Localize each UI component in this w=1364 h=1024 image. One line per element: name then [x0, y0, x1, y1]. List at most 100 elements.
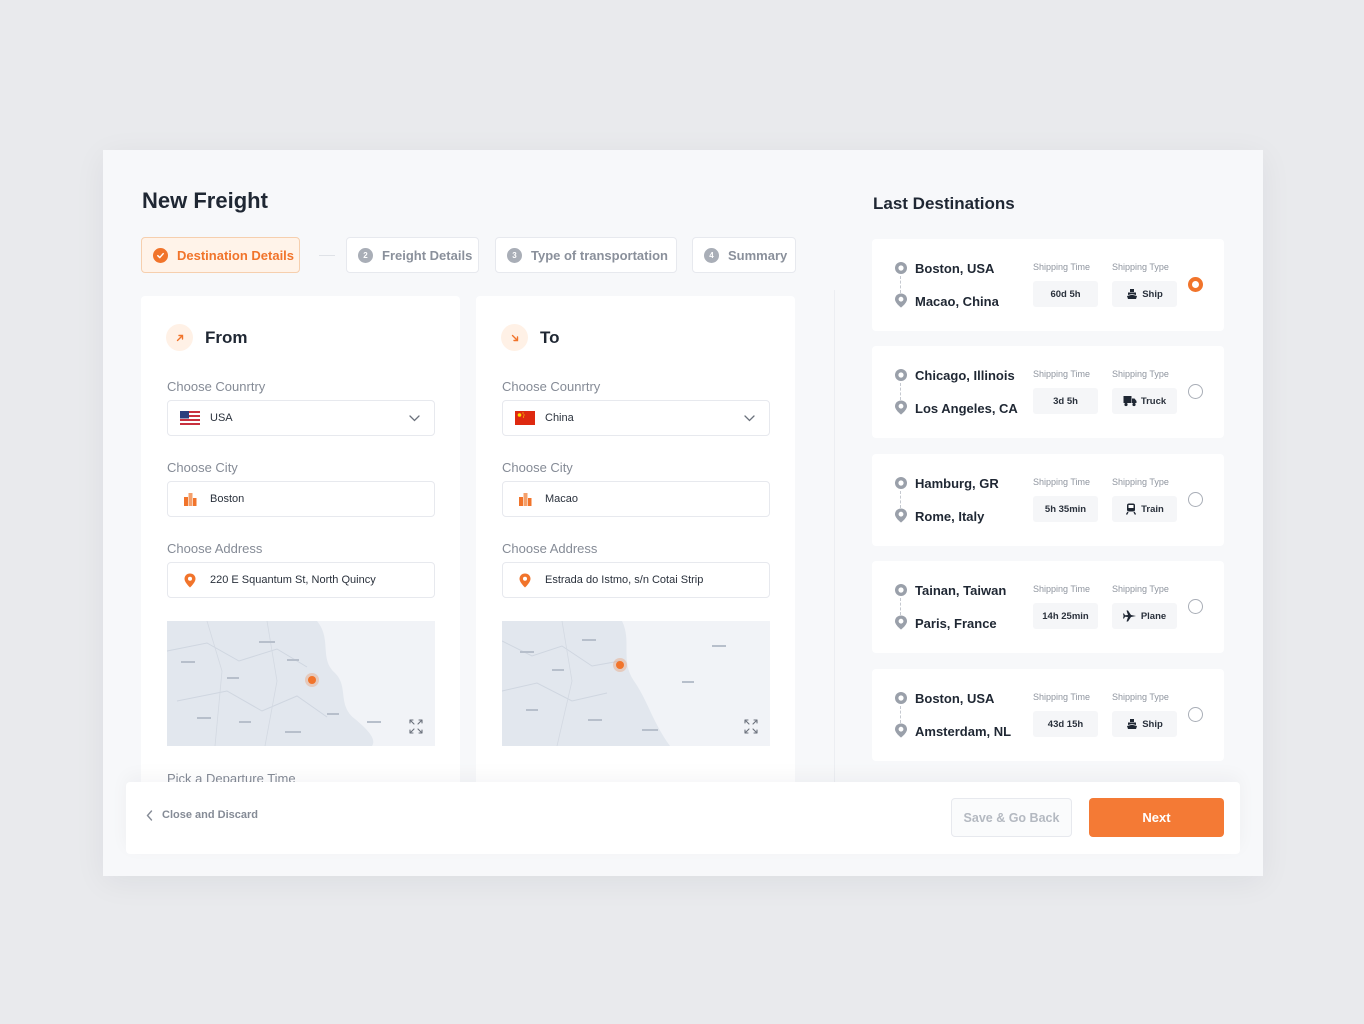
from-title: From	[205, 327, 248, 347]
new-freight-window: New Freight Destination Details 2 Freigh…	[103, 150, 1263, 876]
to-address-value: Estrada do Istmo, s/n Cotai Strip	[545, 574, 704, 586]
route-line	[900, 706, 901, 723]
from-country-select[interactable]: USA	[167, 400, 435, 436]
shipping-time-label: Shipping Time	[1033, 692, 1091, 702]
destination-city: Los Angeles, CA	[915, 401, 1018, 416]
shipping-type-value: Ship	[1142, 718, 1163, 730]
destination-city: Amsterdam, NL	[915, 724, 1012, 739]
route-line	[900, 276, 901, 293]
last-destinations-title: Last Destinations	[873, 194, 1015, 213]
to-city-value: Macao	[545, 493, 579, 505]
next-button[interactable]: Next	[1089, 798, 1224, 837]
route-line	[900, 598, 901, 615]
from-city-label: Choose City	[167, 460, 238, 475]
city-buildings-icon	[515, 491, 535, 507]
to-country-select[interactable]: China	[502, 400, 770, 436]
origin-city: Hamburg, GR	[915, 476, 999, 491]
from-country-label: Choose Counrtry	[167, 379, 266, 394]
destination-pin-icon	[894, 723, 908, 743]
origin-point-icon	[894, 261, 908, 280]
shipping-type-label: Shipping Type	[1112, 584, 1169, 594]
from-address-value: 220 E Squantum St, North Quincy	[210, 574, 376, 586]
destination-pin-icon	[894, 293, 908, 313]
select-destination-radio[interactable]	[1188, 277, 1203, 292]
to-city-input[interactable]: Macao	[502, 481, 770, 517]
shipping-time-label: Shipping Time	[1033, 369, 1091, 379]
step-destination-details[interactable]: Destination Details	[141, 237, 300, 273]
select-destination-radio[interactable]	[1188, 384, 1203, 399]
step-number: 2	[358, 247, 373, 263]
to-map[interactable]	[502, 621, 770, 746]
step-label: Type of transportation	[531, 247, 668, 263]
destination-city: Macao, China	[915, 294, 999, 309]
step-type-of-transportation[interactable]: 3 Type of transportation	[495, 237, 677, 273]
shipping-type-value: Ship	[1142, 288, 1163, 300]
step-label: Freight Details	[382, 247, 473, 263]
shipping-time-value: 43d 15h	[1033, 711, 1098, 737]
from-city-value: Boston	[210, 493, 245, 505]
step-label: Summary	[728, 247, 788, 263]
origin-point-icon	[894, 476, 908, 495]
select-destination-radio[interactable]	[1188, 599, 1203, 614]
china-flag-icon	[515, 410, 535, 426]
route-line	[900, 383, 901, 400]
section-divider	[834, 290, 835, 790]
origin-city: Boston, USA	[915, 691, 995, 706]
shipping-type-label: Shipping Type	[1112, 692, 1169, 702]
ship-icon	[1126, 718, 1138, 730]
shipping-time-value: 5h 35min	[1033, 496, 1098, 522]
to-title: To	[540, 327, 560, 347]
chevron-left-icon	[146, 809, 153, 821]
shipping-type-badge: Ship	[1112, 711, 1177, 737]
location-pin-icon	[515, 572, 535, 588]
step-freight-details[interactable]: 2 Freight Details	[346, 237, 479, 273]
chevron-down-icon	[409, 413, 420, 425]
chevron-down-icon	[744, 413, 755, 425]
arrow-up-right-icon	[166, 324, 193, 351]
destination-city: Paris, France	[915, 616, 997, 631]
from-address-input[interactable]: 220 E Squantum St, North Quincy	[167, 562, 435, 598]
step-label: Destination Details	[177, 247, 295, 263]
origin-point-icon	[894, 583, 908, 602]
destination-pin-icon	[894, 615, 908, 635]
step-summary[interactable]: 4 Summary	[692, 237, 796, 273]
city-buildings-icon	[180, 491, 200, 507]
shipping-type-label: Shipping Type	[1112, 369, 1169, 379]
to-address-label: Choose Address	[502, 541, 598, 556]
page-title: New Freight	[142, 188, 268, 213]
step-number: 3	[507, 247, 522, 263]
shipping-time-value: 3d 5h	[1033, 388, 1098, 414]
to-address-input[interactable]: Estrada do Istmo, s/n Cotai Strip	[502, 562, 770, 598]
destination-card[interactable]: Boston, USA Amsterdam, NL Shipping Time Shi…	[872, 669, 1224, 761]
origin-point-icon	[894, 368, 908, 387]
from-card: From Choose Counrtry USA Choose City Bos…	[141, 296, 460, 786]
to-header: To	[501, 324, 560, 351]
destination-card[interactable]: Boston, USA Macao, China Shipping Time Ship…	[872, 239, 1224, 331]
destination-pin-icon	[894, 508, 908, 528]
train-icon	[1125, 503, 1137, 515]
select-destination-radio[interactable]	[1188, 707, 1203, 722]
ship-icon	[1126, 288, 1138, 300]
origin-city: Chicago, Illinois	[915, 368, 1015, 383]
from-map[interactable]	[167, 621, 435, 746]
select-destination-radio[interactable]	[1188, 492, 1203, 507]
save-and-go-back-button[interactable]: Save & Go Back	[951, 798, 1072, 837]
destination-pin-icon	[894, 400, 908, 420]
shipping-time-label: Shipping Time	[1033, 477, 1091, 487]
from-city-input[interactable]: Boston	[167, 481, 435, 517]
shipping-time-value: 14h 25min	[1033, 603, 1098, 629]
origin-point-icon	[894, 691, 908, 710]
step-connector	[319, 255, 335, 256]
destination-card[interactable]: Chicago, Illinois Los Angeles, CA Shipping…	[872, 346, 1224, 438]
from-country-value: USA	[210, 412, 233, 424]
to-card: To Choose Counrtry China Choose City Mac…	[476, 296, 795, 786]
truck-icon	[1123, 395, 1137, 407]
shipping-type-badge: Plane	[1112, 603, 1177, 629]
to-country-label: Choose Counrtry	[502, 379, 601, 394]
destination-card[interactable]: Tainan, Taiwan Paris, France Shipping Time…	[872, 561, 1224, 653]
route-line	[900, 491, 901, 508]
footer-bar: Close and Discard Save & Go Back Next	[126, 782, 1240, 854]
close-and-discard-button[interactable]: Close and Discard	[146, 809, 258, 821]
usa-flag-icon	[180, 410, 200, 426]
destination-card[interactable]: Hamburg, GR Rome, Italy Shipping Time Shipp…	[872, 454, 1224, 546]
